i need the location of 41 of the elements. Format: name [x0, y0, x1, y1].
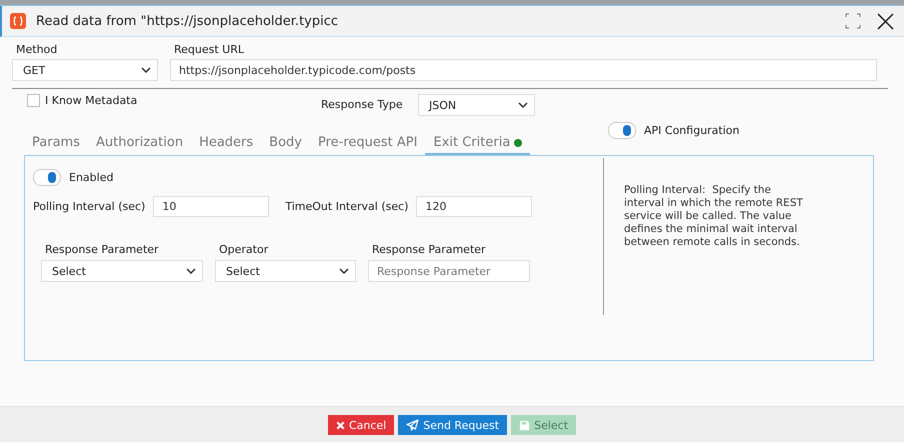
- window-title: Read data from "https://jsonplaceholder.typicc: [36, 14, 340, 28]
- paper-plane-icon: [406, 419, 420, 431]
- close-icon[interactable]: [877, 12, 894, 30]
- condition-select[interactable]: Select: [215, 260, 356, 282]
- tab[interactable]: Body: [261, 135, 310, 155]
- enabled-toggle[interactable]: [33, 169, 61, 186]
- tab[interactable]: Exit Criteria: [425, 135, 530, 155]
- timeout-interval-field[interactable]: 120: [416, 196, 532, 217]
- close-icon: [336, 420, 345, 430]
- condition-select[interactable]: Select: [41, 260, 203, 282]
- cancel-button[interactable]: Cancel: [328, 415, 394, 435]
- chevron-down-icon: [186, 268, 196, 274]
- tab[interactable]: Authorization: [88, 135, 192, 155]
- chevron-down-icon: [141, 67, 151, 73]
- response-type-label: Response Type: [321, 98, 404, 110]
- chevron-down-icon: [518, 102, 528, 108]
- condition-label: Operator: [218, 243, 270, 256]
- metadata-label: I Know Metadata: [45, 94, 138, 106]
- response-parameter-field[interactable]: Response Parameter: [368, 260, 530, 282]
- polling-interval-field[interactable]: 10: [153, 196, 270, 217]
- app-logo-icon: [10, 13, 26, 29]
- tab[interactable]: Headers: [191, 135, 262, 155]
- method-label: Method: [15, 43, 58, 56]
- tab[interactable]: Pre-request API: [310, 135, 426, 155]
- polling-interval-label: Polling Interval (sec): [33, 200, 146, 213]
- api-configuration-toggle[interactable]: [608, 122, 636, 139]
- timeout-interval-label: TimeOut Interval (sec): [285, 200, 408, 213]
- metadata-checkbox[interactable]: [27, 94, 40, 106]
- method-select[interactable]: GET: [12, 59, 158, 81]
- condition-label: Response Parameter: [44, 243, 160, 256]
- response-type-select[interactable]: JSON: [418, 94, 535, 116]
- help-text: Polling Interval: Specify the interval in which the remote REST service will be called. The value defines the minimal wait interval between remote calls in seconds.: [624, 184, 804, 249]
- maximize-icon[interactable]: [845, 13, 861, 29]
- condition-label: Response Parameter: [371, 243, 487, 256]
- request-url-field[interactable]: https://jsonplaceholder.typicode.com/posts: [170, 59, 877, 81]
- tab[interactable]: Params: [24, 135, 88, 155]
- enabled-label: Enabled: [69, 171, 114, 184]
- send-button[interactable]: Send Request: [398, 415, 508, 435]
- chevron-down-icon: [339, 268, 349, 274]
- request-url-label: Request URL: [173, 43, 246, 56]
- api-configuration-label: API Configuration: [644, 124, 740, 137]
